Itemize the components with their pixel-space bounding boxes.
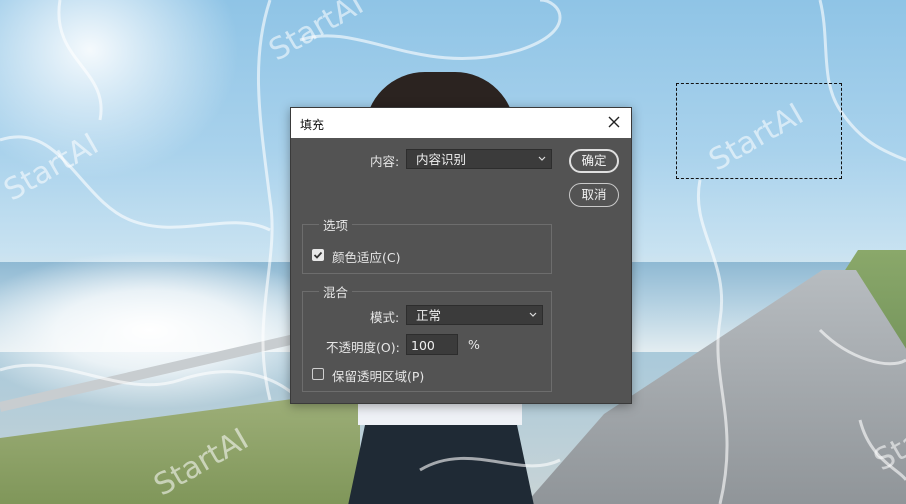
close-icon[interactable] xyxy=(605,113,623,131)
blend-legend: 混合 xyxy=(319,282,353,301)
contents-value: 内容识别 xyxy=(416,152,467,167)
opacity-label: 不透明度(O): xyxy=(326,340,400,355)
chevron-down-icon xyxy=(538,156,546,161)
mode-select[interactable]: 正常 xyxy=(406,305,543,325)
ok-button[interactable]: 确定 xyxy=(569,149,619,173)
checkmark-icon xyxy=(313,251,323,259)
dialog-title: 填充 xyxy=(300,118,325,132)
preserve-transparency-checkbox[interactable] xyxy=(312,368,324,380)
color-adapt-label[interactable]: 颜色适应(C) xyxy=(332,247,400,266)
color-adapt-checkbox[interactable] xyxy=(312,249,324,261)
opacity-unit: % xyxy=(468,337,480,352)
contents-label: 内容: xyxy=(370,154,400,169)
opacity-input[interactable]: 100 xyxy=(406,334,458,355)
cancel-button[interactable]: 取消 xyxy=(569,183,619,207)
fill-dialog: 填充 内容: 内容识别 确定 取消 选项 颜色适应(C) 混合 模式: 正常 不… xyxy=(290,107,632,404)
preserve-transparency-label[interactable]: 保留透明区域(P) xyxy=(332,366,424,385)
chevron-down-icon xyxy=(529,312,537,317)
contents-select[interactable]: 内容识别 xyxy=(406,149,552,169)
options-legend: 选项 xyxy=(319,215,353,234)
mode-value: 正常 xyxy=(416,308,442,323)
selection-marquee[interactable] xyxy=(676,83,842,179)
dialog-titlebar[interactable]: 填充 xyxy=(291,108,631,138)
mode-label: 模式: xyxy=(370,310,400,325)
